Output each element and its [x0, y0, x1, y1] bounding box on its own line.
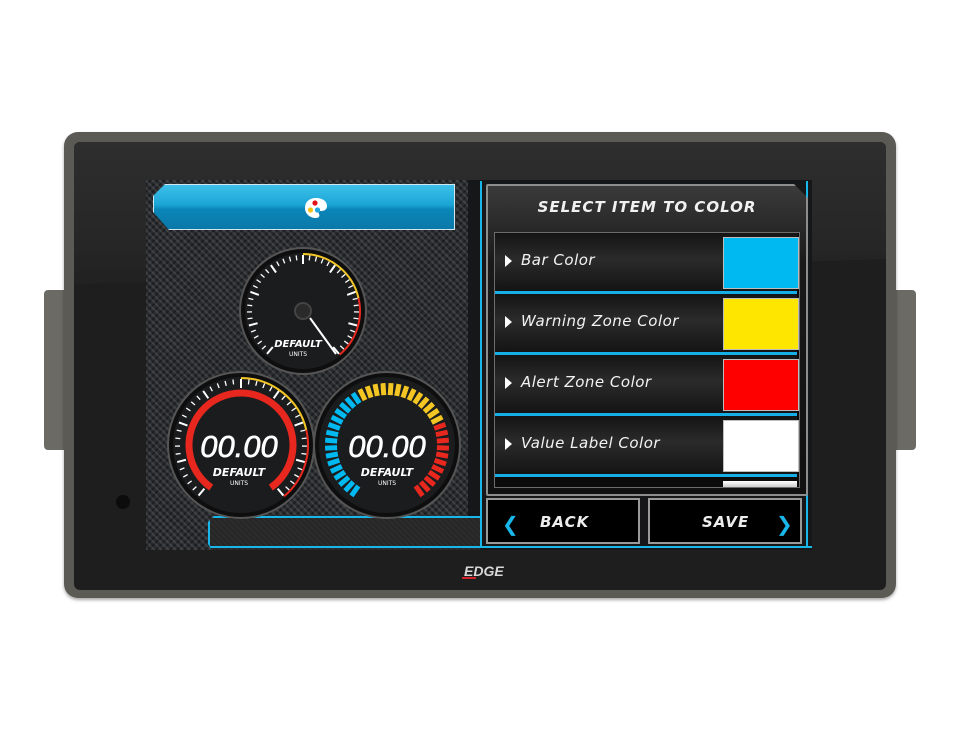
- right-gauge[interactable]: 00.00 DEFAULT UNITS: [312, 370, 462, 520]
- caret-right-icon: [505, 316, 512, 328]
- gauge-tick: [175, 452, 181, 455]
- gauge-label: DEFAULT: [274, 339, 323, 350]
- palette-dot-red: [312, 200, 318, 206]
- panel-title: SELECT ITEM TO COLOR: [537, 198, 757, 216]
- gauge-label: DEFAULT: [361, 466, 415, 479]
- gauge-value: 00.00: [200, 429, 278, 464]
- caret-right-icon: [505, 438, 512, 450]
- gauge-segment: [325, 429, 339, 438]
- save-button[interactable]: SAVE ❯: [648, 498, 802, 544]
- back-button-label: BACK: [540, 513, 590, 531]
- gauge-segment: [436, 437, 450, 444]
- gauge-segment: [435, 451, 449, 459]
- gauge-segment: [433, 457, 447, 467]
- left-gauge[interactable]: 00.00 DEFAULT UNITS: [166, 370, 316, 520]
- chevron-right-icon: ❯: [776, 512, 793, 536]
- accent-line: [210, 546, 812, 548]
- camera-lens-icon: [116, 495, 130, 509]
- gauge-tick: [232, 379, 235, 385]
- gauge-units: UNITS: [378, 480, 396, 487]
- gauge-units: UNITS: [230, 480, 248, 487]
- gauge-tick: [301, 437, 307, 440]
- gauge-tray-panel: [208, 516, 480, 550]
- gauge-segment: [394, 383, 402, 397]
- color-menu-panel: SELECT ITEM TO COLOR Bar Color Warning Z…: [486, 184, 808, 496]
- menu-item-alert-zone-color[interactable]: Alert Zone Color: [495, 355, 797, 416]
- menu-item-value-label-color[interactable]: Value Label Color: [495, 416, 797, 477]
- back-button[interactable]: ❮ BACK: [486, 498, 640, 544]
- gauge-tick: [247, 317, 253, 320]
- color-swatch[interactable]: [723, 237, 799, 289]
- top-gauge[interactable]: DEFAULT UNITS: [238, 246, 368, 376]
- touch-screen: DEFAULT UNITS 00.00 DEFAULT UNITS 00.00 …: [146, 180, 812, 550]
- header-bar: [153, 184, 455, 230]
- next-item-swatch-partial: [723, 481, 797, 488]
- color-palette-icon: [305, 198, 327, 218]
- chevron-left-icon: ❮: [502, 512, 519, 536]
- menu-item-label: Bar Color: [521, 251, 596, 269]
- gauge-value: 00.00: [348, 429, 426, 464]
- caret-right-icon: [505, 255, 512, 267]
- gauge-segment: [327, 457, 341, 467]
- menu-item-label: Alert Zone Color: [521, 373, 652, 391]
- gauge-segment: [324, 445, 338, 451]
- gauge-units: UNITS: [289, 351, 307, 358]
- gauge-tick: [301, 452, 307, 455]
- gauge-tick: [353, 304, 359, 307]
- gauge-tick: [247, 379, 250, 385]
- color-swatch[interactable]: [723, 359, 799, 411]
- gauge-segment: [435, 429, 449, 438]
- color-swatch[interactable]: [723, 420, 799, 472]
- gauge-segment: [436, 445, 450, 451]
- gauge-segment: [387, 382, 394, 396]
- palette-dot-blue: [314, 207, 321, 213]
- edge-brand-logo: EDGE: [462, 563, 504, 579]
- gauge-segment: [372, 383, 380, 397]
- gauge-tick: [308, 255, 311, 261]
- save-button-label: SAVE: [702, 513, 750, 531]
- caret-right-icon: [505, 377, 512, 389]
- color-item-list[interactable]: Bar Color Warning Zone Color Alert Zone …: [494, 232, 800, 488]
- logo-swoosh: [462, 577, 476, 579]
- gauge-label: DEFAULT: [213, 466, 267, 479]
- palette-dot-yellow: [307, 207, 314, 213]
- gauge-tick: [353, 317, 359, 320]
- gauge-segment: [324, 437, 338, 444]
- menu-item-warning-zone-color[interactable]: Warning Zone Color: [495, 294, 797, 355]
- needle-hub: [294, 302, 312, 320]
- gauge-segment: [380, 382, 387, 396]
- brand-logo-text: EDGE: [464, 563, 504, 579]
- gauge-segment: [325, 451, 339, 459]
- color-swatch[interactable]: [723, 298, 799, 350]
- gauge-tick: [247, 304, 253, 307]
- gauge-tick: [295, 255, 298, 261]
- menu-item-bar-color[interactable]: Bar Color: [495, 233, 797, 294]
- menu-item-label: Value Label Color: [521, 434, 661, 452]
- menu-item-label: Warning Zone Color: [521, 312, 679, 330]
- gauge-tick: [175, 437, 181, 440]
